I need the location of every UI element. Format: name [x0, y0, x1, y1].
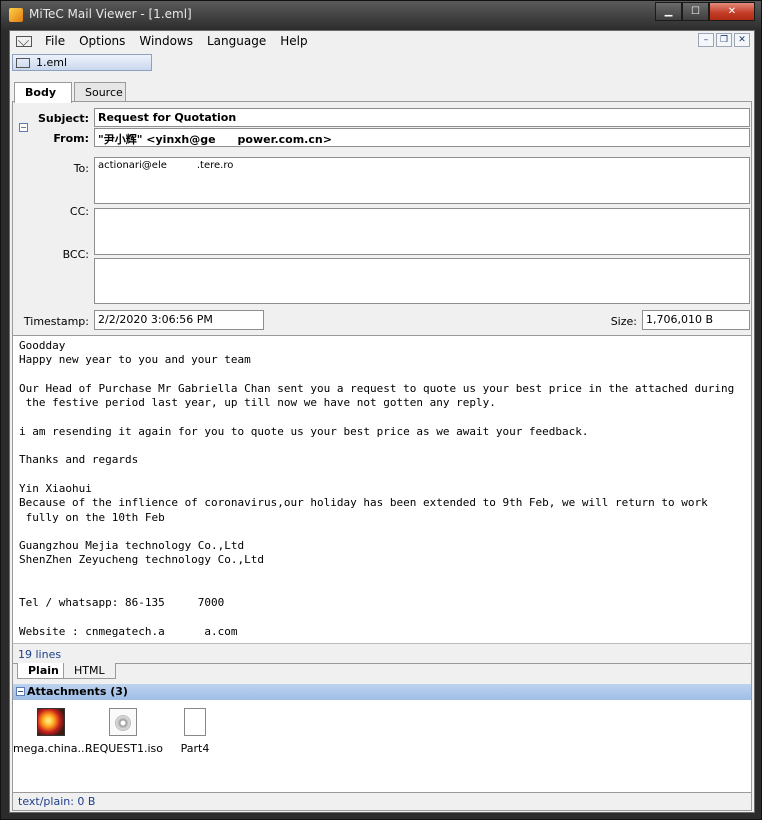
to-field[interactable]: actionari@ele .tere.ro — [94, 157, 750, 204]
cc-label: CC: — [69, 205, 89, 218]
attachments-header[interactable]: − Attachments (3) — [13, 684, 751, 700]
blank-file-icon — [184, 708, 206, 736]
close-button[interactable]: ✕ — [709, 2, 755, 21]
mdi-close-button[interactable]: ✕ — [734, 33, 750, 47]
attachment-name: mega.china.... — [13, 742, 92, 755]
from-label: From: — [53, 132, 89, 145]
mdi-restore-button[interactable]: ❐ — [716, 33, 732, 47]
envelope-icon — [16, 57, 30, 68]
document-tab[interactable]: 1.eml — [12, 54, 152, 71]
message-panel: Subject: Request for Quotation − From: "… — [12, 101, 752, 811]
lines-count: 19 lines — [18, 648, 62, 661]
attachment-name: Part4 — [180, 742, 210, 755]
tab-source[interactable]: Source — [74, 82, 126, 102]
app-logo-icon — [9, 8, 23, 22]
attachment-name: REQUEST1.iso — [85, 742, 163, 755]
to-label: To: — [73, 162, 89, 175]
menu-bar: File Options Windows Language Help – ❐ ✕ — [10, 31, 754, 51]
attachments-list: mega.china.... REQUEST1.iso Part4 — [13, 700, 751, 792]
minimize-button[interactable]: ▁ — [655, 2, 682, 21]
status-bar: text/plain: 0 B — [13, 792, 751, 810]
document-tab-label: 1.eml — [36, 56, 68, 69]
maximize-button[interactable]: ☐ — [682, 2, 709, 21]
collapse-header-icon[interactable]: − — [19, 123, 28, 132]
size-field[interactable]: 1,706,010 B — [642, 310, 750, 330]
cc-field[interactable] — [94, 208, 750, 255]
bcc-field[interactable] — [94, 258, 750, 304]
disc-image-icon — [109, 708, 137, 736]
tab-html[interactable]: HTML — [63, 663, 116, 679]
image-file-icon — [37, 708, 65, 736]
envelope-icon[interactable] — [16, 35, 32, 47]
timestamp-field[interactable]: 2/2/2020 3:06:56 PM — [94, 310, 264, 330]
attachment-item[interactable]: Part4 — [157, 708, 233, 755]
bcc-label: BCC: — [62, 248, 89, 261]
menu-language[interactable]: Language — [200, 34, 273, 48]
from-field[interactable]: "尹小辉" <yinxh@ge power.com.cn> — [94, 128, 750, 147]
menu-options[interactable]: Options — [72, 34, 132, 48]
attachment-item[interactable]: mega.china.... — [13, 708, 92, 755]
attachments-title: Attachments (3) — [27, 685, 128, 698]
tab-plain[interactable]: Plain — [17, 663, 70, 679]
subject-field[interactable]: Request for Quotation — [94, 108, 750, 127]
menu-windows[interactable]: Windows — [132, 34, 200, 48]
format-tabs: Plain HTML — [13, 663, 751, 681]
app-window: MiTeC Mail Viewer - [1.eml] ▁ ☐ ✕ File O… — [0, 0, 762, 820]
title-bar[interactable]: MiTeC Mail Viewer - [1.eml] ▁ ☐ ✕ — [1, 1, 761, 29]
attachment-item[interactable]: REQUEST1.iso — [85, 708, 163, 755]
menu-help[interactable]: Help — [273, 34, 314, 48]
client-area: File Options Windows Language Help – ❐ ✕… — [9, 30, 755, 813]
timestamp-label: Timestamp: — [23, 315, 89, 328]
size-label: Size: — [610, 315, 637, 328]
subject-label: Subject: — [37, 112, 89, 125]
menu-file[interactable]: File — [38, 34, 72, 48]
tab-body[interactable]: Body — [14, 82, 72, 103]
message-body[interactable]: Goodday Happy new year to you and your t… — [13, 335, 751, 644]
collapse-attachments-icon[interactable]: − — [16, 687, 25, 696]
mdi-minimize-button[interactable]: – — [698, 33, 714, 47]
window-title: MiTeC Mail Viewer - [1.eml] — [29, 7, 192, 21]
